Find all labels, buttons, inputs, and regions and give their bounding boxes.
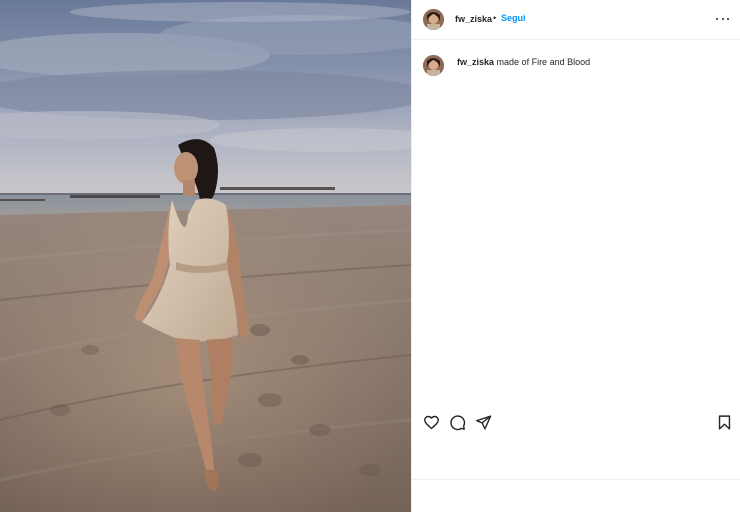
header-username[interactable]: fw_ziska	[455, 14, 492, 24]
bookmark-icon[interactable]	[716, 414, 733, 431]
caption-row: fw_ziska made of Fire and Blood	[412, 50, 740, 80]
post-header: fw_ziska • Segui	[412, 0, 740, 40]
post-details-panel: fw_ziska • Segui fw_ziska made of Fire a…	[411, 0, 740, 512]
send-icon[interactable]	[475, 414, 492, 431]
comment-icon[interactable]	[449, 414, 466, 431]
action-bar	[412, 412, 740, 436]
follow-button[interactable]: Segui	[501, 13, 526, 23]
caption-avatar[interactable]	[423, 55, 444, 76]
separator-dot: •	[493, 13, 497, 23]
avatar-image	[423, 9, 444, 30]
beach-photo-image	[0, 0, 411, 512]
caption: fw_ziska made of Fire and Blood	[457, 57, 590, 67]
heart-icon[interactable]	[423, 414, 440, 431]
caption-text: made of Fire and Blood	[496, 57, 591, 67]
caption-username[interactable]: fw_ziska	[457, 57, 494, 67]
more-options-icon[interactable]	[716, 13, 730, 25]
divider	[412, 479, 740, 480]
post-photo[interactable]	[0, 0, 411, 512]
caption-avatar-image	[423, 55, 444, 76]
avatar[interactable]	[423, 9, 444, 30]
